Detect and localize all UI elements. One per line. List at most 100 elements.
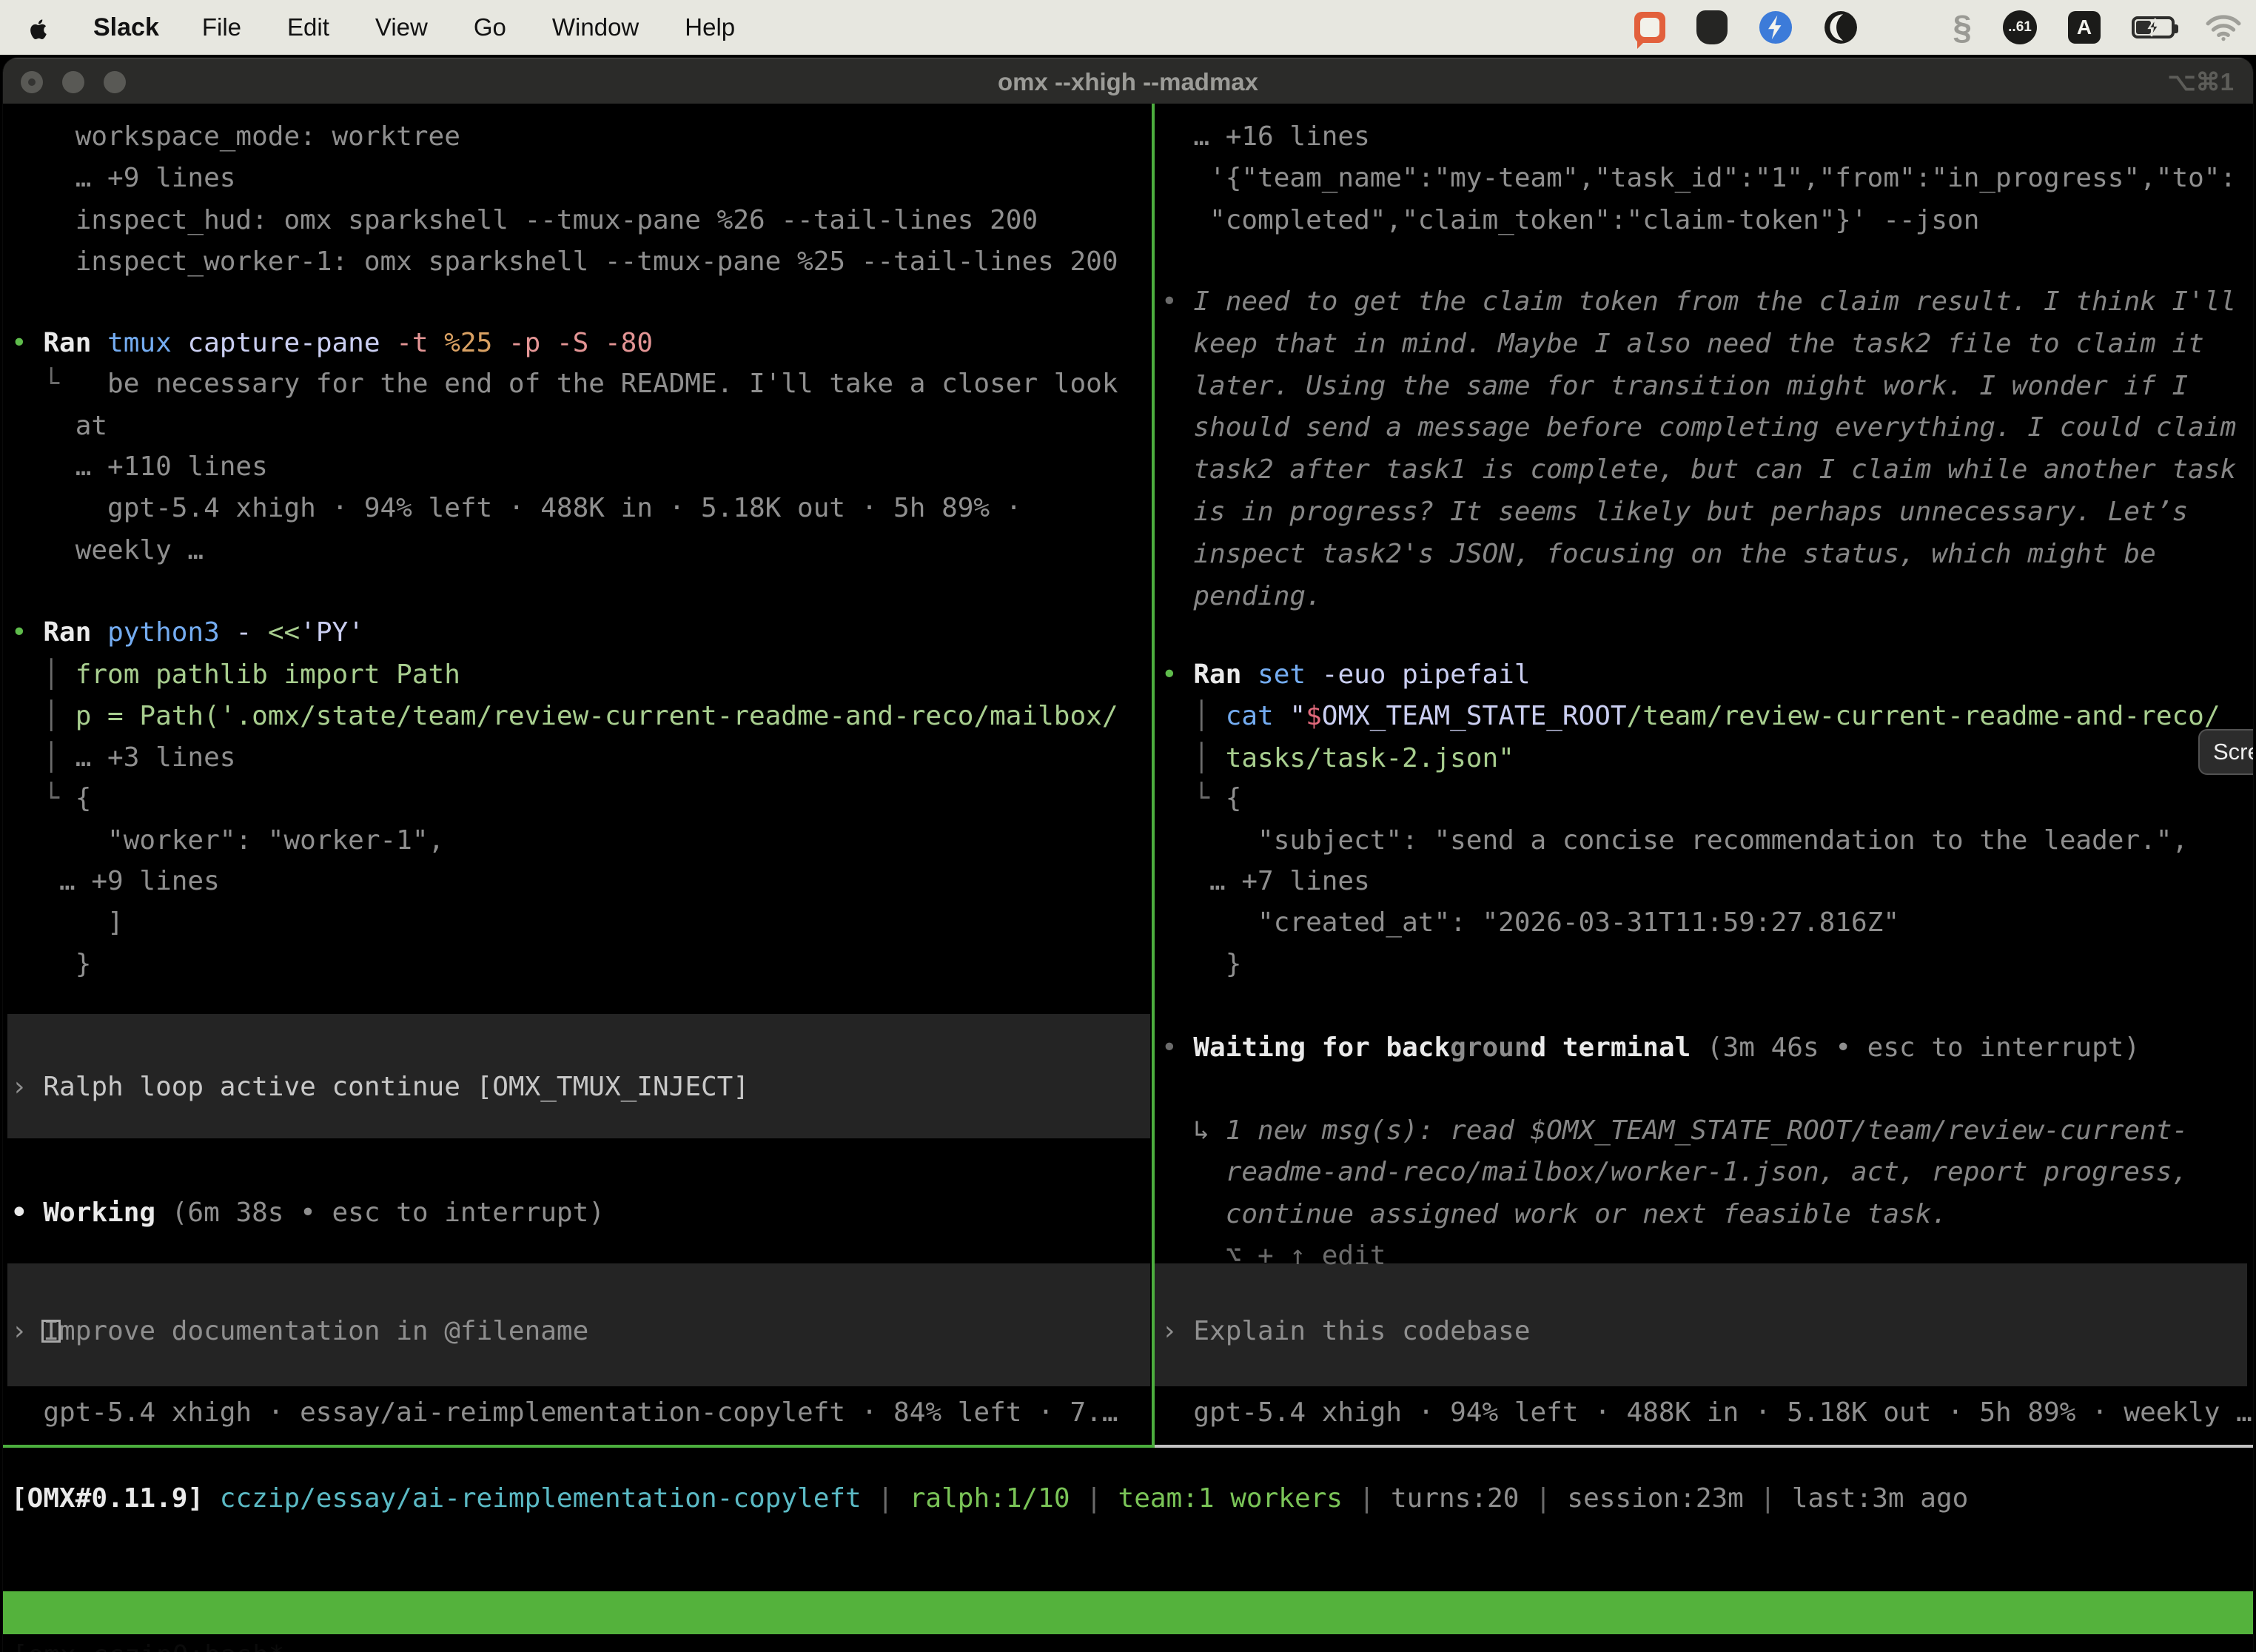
terminal-line: continue assigned work or next feasible … <box>1161 1193 2253 1235</box>
squiggle-app-icon[interactable]: § <box>1953 7 1972 47</box>
terminal-text: pending. <box>1161 581 1322 611</box>
terminal-line: └ { <box>1161 777 2253 819</box>
terminal-text: ralph:1/10 <box>910 1483 1070 1514</box>
terminal-text: • <box>1161 1032 1193 1063</box>
ran-python-line: • Ran python3 - <<'PY' <box>11 611 1152 654</box>
terminal-text: └ <box>1161 783 1226 813</box>
terminal-text: -t <box>396 328 444 358</box>
terminal-text: turns:20 <box>1391 1483 1519 1514</box>
right-pane-border <box>1155 1445 2253 1448</box>
terminal-text: | <box>862 1483 910 1514</box>
menu-item-window[interactable]: Window <box>552 13 639 41</box>
terminal-text: › <box>11 1316 43 1346</box>
counter-badge-icon[interactable]: ..61 <box>2003 10 2037 44</box>
terminal-text: task2 after task1 is complete, but can I… <box>1161 454 2236 485</box>
model-status-line: gpt-5.4 xhigh · 94% left · 488K in · 5.1… <box>1161 1391 2253 1434</box>
battery-icon[interactable] <box>2132 16 2175 38</box>
terminal-text: '{"team_name":"my-team","task_id":"1","f… <box>1161 163 2236 193</box>
terminal-line: inspect task2's JSON, focusing on the st… <box>1161 533 2253 575</box>
terminal-line: '{"team_name":"my-team","task_id":"1","f… <box>1161 157 2253 199</box>
terminal-line: … +7 lines <box>1161 860 2253 902</box>
ran-tmux-capture-line: • Ran tmux capture-pane -t %25 -p -S -80 <box>11 322 1152 364</box>
terminal-line: "subject": "send a concise recommendatio… <box>1161 819 2253 862</box>
working-status: • Working (6m 38s • esc to interrupt) <box>11 1192 1152 1234</box>
menu-item-view[interactable]: View <box>375 13 428 41</box>
terminal-line: │ … +3 lines <box>11 736 1152 779</box>
right-terminal-pane: … +16 lines '{"team_name":"my-team","tas… <box>1155 104 2253 1445</box>
terminal-text: OMX_TEAM_STATE_ROOT <box>1322 701 1627 731</box>
terminal-text: › <box>11 1072 43 1102</box>
menu-app-name[interactable]: Slack <box>93 13 159 42</box>
prompt-input[interactable]: › Improve documentation in @filename <box>11 1310 1152 1352</box>
terminal-line: task2 after task1 is complete, but can I… <box>1161 449 2253 491</box>
terminal-line: └ { <box>11 777 1152 819</box>
terminal-text: I need to get the claim token from the c… <box>1193 286 2236 317</box>
terminal-text: Ran <box>1193 659 1258 690</box>
terminal-text: later. Using the same for transition mig… <box>1161 371 2188 401</box>
terminal-text: from pathlib import Path <box>75 659 460 690</box>
terminal-line: later. Using the same for transition mig… <box>1161 365 2253 407</box>
terminal-text: -p <box>508 328 557 358</box>
menu-item-go[interactable]: Go <box>474 13 506 41</box>
terminal-text: • <box>11 617 43 648</box>
window-shortcut-hint: ⌥⌘1 <box>2168 59 2234 105</box>
ralph-loop-banner: › Ralph loop active continue [OMX_TMUX_I… <box>11 1066 1152 1108</box>
grid-dots-icon[interactable] <box>1889 11 1921 44</box>
terminal-text: $ <box>1306 701 1322 731</box>
terminal-text: | <box>1070 1483 1118 1514</box>
terminal-text: Explain this codebase <box>1193 1316 1530 1346</box>
terminal-line: └ be necessary for the end of the README… <box>11 363 1152 405</box>
terminal-text: weekly … <box>11 535 204 565</box>
wifi-icon[interactable] <box>2206 13 2241 41</box>
terminal-line: │ from pathlib import Path <box>11 654 1152 696</box>
privacy-shield-icon[interactable] <box>1696 10 1728 44</box>
prompt-input[interactable]: › Explain this codebase <box>1161 1310 2253 1352</box>
menu-bar: Slack File Edit View Go Window Help § ..61 A <box>0 0 2256 55</box>
terminal-text: mprove documentation in @filename <box>59 1316 588 1346</box>
terminal-text: … +16 lines <box>1161 121 1370 152</box>
terminal-text: │ <box>1161 743 1226 773</box>
terminal-line: inspect_hud: omx sparkshell --tmux-pane … <box>11 199 1152 241</box>
terminal-text: set <box>1258 659 1322 690</box>
screen: { "menu_bar": { "app_name": "Slack", "it… <box>0 0 2256 1652</box>
terminal-text: -80 <box>605 328 653 358</box>
menu-item-edit[interactable]: Edit <box>287 13 329 41</box>
terminal-text: I <box>43 1316 59 1346</box>
terminal-text: "created_at": "2026-03-31T11:59:27.816Z" <box>1161 907 1899 938</box>
terminal-text: (6m 38s • esc to interrupt) <box>172 1198 605 1228</box>
window-title-bar: omx --xhigh --madmax ⌥⌘1 <box>3 58 2253 104</box>
terminal-text: at <box>11 411 107 441</box>
sync-bolt-icon[interactable] <box>1759 10 1793 44</box>
terminal-text: › <box>1161 1316 1193 1346</box>
terminal-text: … +3 lines <box>75 742 236 773</box>
terminal-content: workspace_mode: worktree … +9 lines insp… <box>3 104 2253 1652</box>
crescent-app-icon[interactable] <box>1824 10 1858 44</box>
input-source-icon[interactable]: A <box>2068 11 2101 44</box>
terminal-text: 'PY' <box>300 617 364 648</box>
menu-item-file[interactable]: File <box>202 13 241 41</box>
menu-item-help[interactable]: Help <box>685 13 735 41</box>
omx-status-line: [OMX#0.11.9] cczip/essay/ai-reimplementa… <box>11 1477 2253 1520</box>
terminal-text: "worker": "worker-1", <box>11 825 444 856</box>
terminal-text: Ralph loop active continue [OMX_TMUX_INJ… <box>43 1072 749 1102</box>
terminal-line: "completed","claim_token":"claim-token"}… <box>1161 199 2253 241</box>
terminal-text: tasks/task-2.json" <box>1226 743 1514 773</box>
terminal-line: should send a message before completing … <box>1161 406 2253 449</box>
terminal-text: -S <box>557 328 605 358</box>
terminal-line: │ p = Path('.omx/state/team/review-curre… <box>11 695 1152 737</box>
terminal-line: is in progress? It seems likely but perh… <box>1161 491 2253 533</box>
terminal-text: continue assigned work or next feasible … <box>1161 1199 1947 1229</box>
slack-chat-icon[interactable] <box>1634 12 1665 43</box>
apple-menu-icon[interactable] <box>27 13 50 41</box>
pane-divider[interactable] <box>1152 104 1155 1448</box>
terminal-line: keep that in mind. Maybe I also need the… <box>1161 323 2253 365</box>
terminal-text: • <box>1161 286 1193 317</box>
terminal-text: (3m 46s • esc to interrupt) <box>1707 1032 2140 1063</box>
terminal-text: gpt-5.4 xhigh · essay/ai-reimplementatio… <box>11 1397 1118 1428</box>
terminal-text: groun <box>1450 1032 1530 1063</box>
terminal-text: team:1 workers <box>1118 1483 1343 1514</box>
terminal-text: should send a message before completing … <box>1161 412 2236 443</box>
terminal-text: … +9 lines <box>11 163 235 193</box>
terminal-text: … +7 lines <box>1161 866 1370 896</box>
terminal-text: │ <box>1161 701 1226 731</box>
